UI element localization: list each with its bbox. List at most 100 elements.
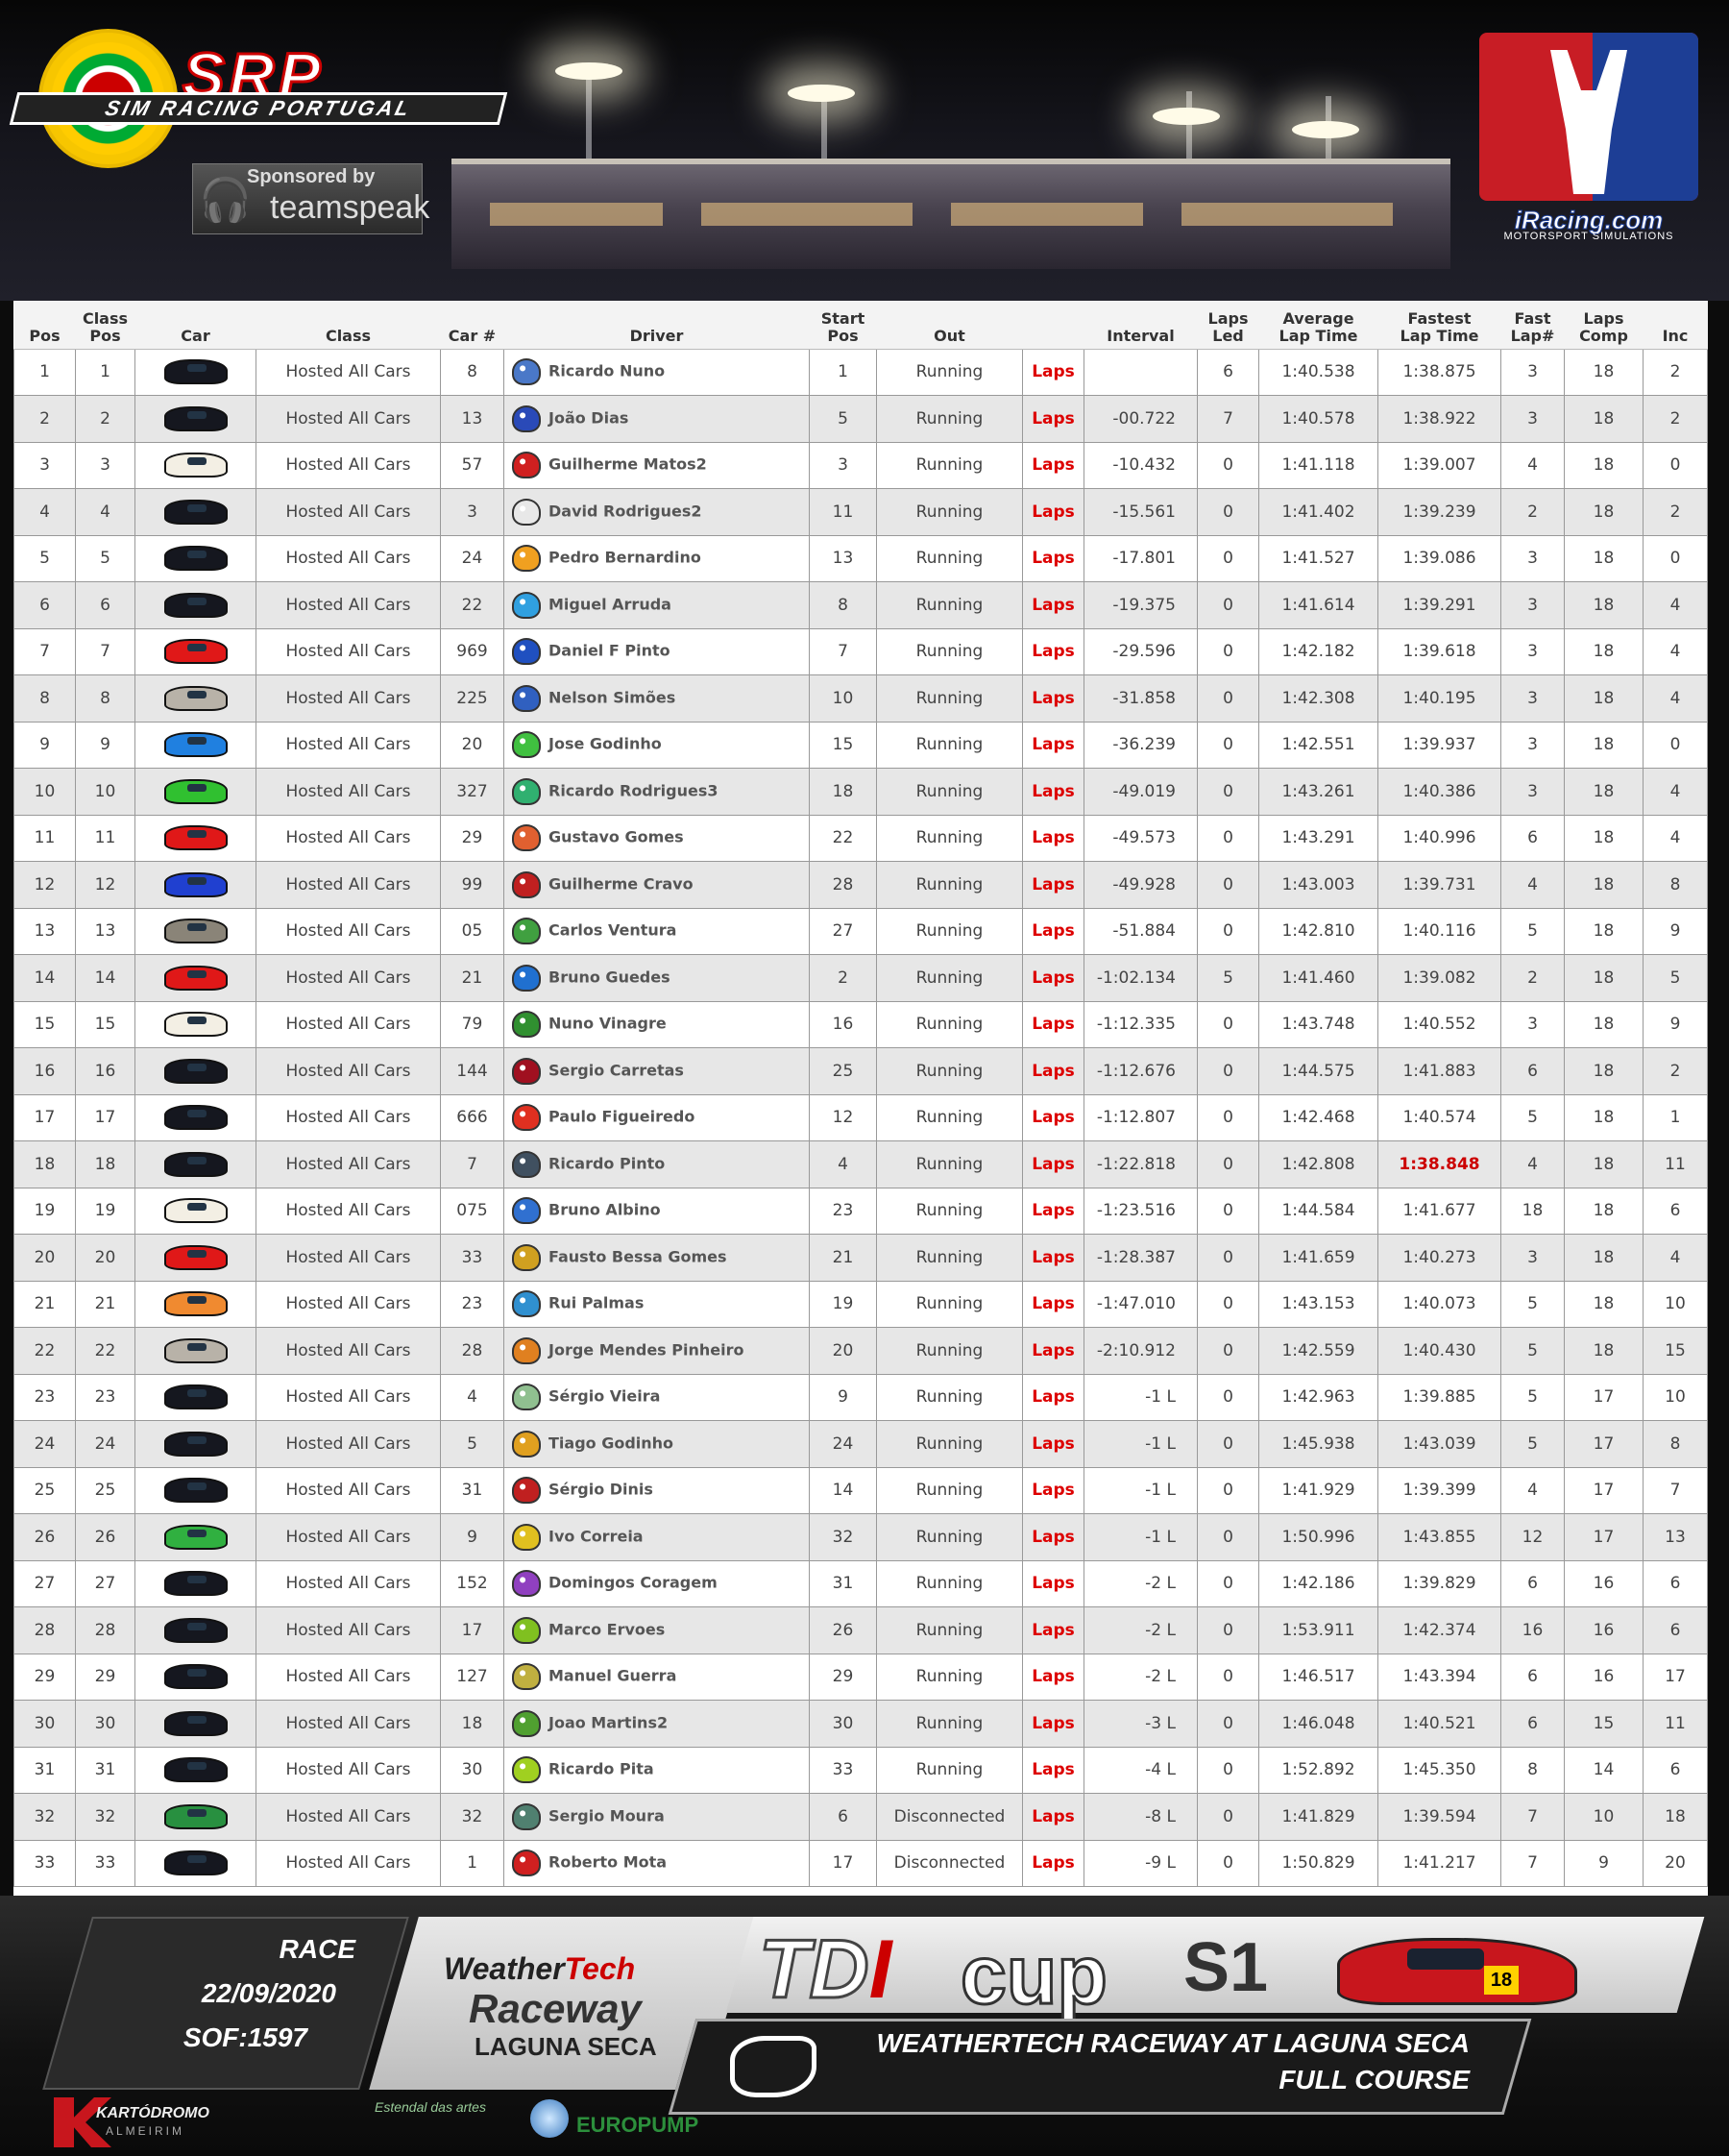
- laps-link[interactable]: Laps: [1022, 907, 1084, 955]
- interval-cell: -36.239: [1084, 721, 1198, 769]
- laps-link[interactable]: Laps: [1022, 1559, 1084, 1607]
- position-cell: 14: [13, 954, 76, 1002]
- start-position-cell: 5: [809, 395, 877, 443]
- laps-link[interactable]: Laps: [1022, 348, 1084, 396]
- laps-link[interactable]: Laps: [1022, 1466, 1084, 1514]
- laps-link[interactable]: Laps: [1022, 954, 1084, 1002]
- helmet-icon: [512, 731, 541, 759]
- start-position-cell: 26: [809, 1606, 877, 1654]
- car-number-cell: 13: [440, 395, 504, 443]
- laps-link[interactable]: Laps: [1022, 861, 1084, 909]
- driver-name: Bruno Albino: [548, 1200, 661, 1219]
- laps-completed-cell: 17: [1564, 1513, 1644, 1561]
- class-position-cell: 4: [75, 488, 135, 536]
- out-status-cell: Running: [876, 1280, 1023, 1328]
- class-cell: Hosted All Cars: [256, 1466, 441, 1514]
- average-lap-time-cell: 1:43.291: [1258, 814, 1378, 862]
- fast-lap-number-cell: 3: [1500, 674, 1565, 723]
- car-icon: [163, 1710, 228, 1736]
- laps-link[interactable]: Laps: [1022, 581, 1084, 629]
- table-row: 24 24 Hosted All Cars 5 Tiago Godinho 24 Runni…: [13, 1420, 1708, 1468]
- laps-link[interactable]: Laps: [1022, 1606, 1084, 1654]
- class-cell: Hosted All Cars: [256, 1606, 441, 1654]
- laps-link[interactable]: Laps: [1022, 395, 1084, 443]
- class-cell: Hosted All Cars: [256, 721, 441, 769]
- laps-link[interactable]: Laps: [1022, 1513, 1084, 1561]
- car-number-cell: 20: [440, 721, 504, 769]
- laps-link[interactable]: Laps: [1022, 1093, 1084, 1141]
- out-status-cell: Running: [876, 861, 1023, 909]
- laps-link[interactable]: Laps: [1022, 674, 1084, 723]
- laps-link[interactable]: Laps: [1022, 1187, 1084, 1235]
- laps-link[interactable]: Laps: [1022, 1140, 1084, 1188]
- table-row: 15 15 Hosted All Cars 79 Nuno Vinagre 16 Runni…: [13, 1000, 1708, 1048]
- fast-lap-number-cell: 3: [1500, 534, 1565, 582]
- laps-led-cell: 0: [1197, 1420, 1259, 1468]
- class-position-cell: 32: [75, 1793, 135, 1841]
- laps-link[interactable]: Laps: [1022, 1280, 1084, 1328]
- fast-lap-number-cell: 4: [1500, 1466, 1565, 1514]
- laps-link[interactable]: Laps: [1022, 1234, 1084, 1282]
- out-status-cell: Running: [876, 1187, 1023, 1235]
- driver-cell: Jorge Mendes Pinheiro: [503, 1327, 810, 1375]
- column-header: [1022, 301, 1084, 350]
- laps-link[interactable]: Laps: [1022, 814, 1084, 862]
- interval-cell: -49.928: [1084, 861, 1198, 909]
- class-position-cell: 23: [75, 1373, 135, 1421]
- laps-link[interactable]: Laps: [1022, 1839, 1084, 1887]
- class-cell: Hosted All Cars: [256, 488, 441, 536]
- laps-link[interactable]: Laps: [1022, 1327, 1084, 1375]
- car-icon: [163, 1757, 228, 1783]
- laps-link[interactable]: Laps: [1022, 721, 1084, 769]
- laps-link[interactable]: Laps: [1022, 488, 1084, 536]
- helmet-icon: [512, 1756, 541, 1784]
- start-position-cell: 23: [809, 1187, 877, 1235]
- average-lap-time-cell: 1:45.938: [1258, 1420, 1378, 1468]
- column-header: Fastest Lap Time: [1377, 301, 1501, 350]
- laps-link[interactable]: Laps: [1022, 1373, 1084, 1421]
- car-number-cell: 22: [440, 581, 504, 629]
- laps-link[interactable]: Laps: [1022, 768, 1084, 816]
- driver-name: Sérgio Dinis: [548, 1480, 653, 1499]
- class-cell: Hosted All Cars: [256, 1653, 441, 1701]
- average-lap-time-cell: 1:42.559: [1258, 1327, 1378, 1375]
- table-row: 16 16 Hosted All Cars 144 Sergio Carretas 25 R…: [13, 1047, 1708, 1095]
- incidents-cell: 2: [1643, 348, 1708, 396]
- interval-cell: -1 L: [1084, 1373, 1198, 1421]
- helmet-icon: [512, 777, 541, 805]
- car-cell: [134, 1373, 256, 1421]
- helmet-icon: [512, 870, 541, 898]
- fastest-lap-time-cell: 1:41.217: [1377, 1839, 1501, 1887]
- position-cell: 30: [13, 1700, 76, 1748]
- average-lap-time-cell: 1:42.551: [1258, 721, 1378, 769]
- laps-link[interactable]: Laps: [1022, 441, 1084, 489]
- laps-link[interactable]: Laps: [1022, 1746, 1084, 1794]
- results-table: Pos Class Pos Car Class Car # Driver Start Pos Ou…: [13, 301, 1708, 1887]
- iracing-tagline: MOTORSPORT SIMULATIONS: [1503, 231, 1674, 242]
- class-cell: Hosted All Cars: [256, 907, 441, 955]
- interval-cell: -4 L: [1084, 1746, 1198, 1794]
- helmet-icon: [512, 1290, 541, 1318]
- laps-link[interactable]: Laps: [1022, 1000, 1084, 1048]
- driver-cell: Carlos Ventura: [503, 907, 810, 955]
- helmet-icon: [512, 1616, 541, 1644]
- laps-link[interactable]: Laps: [1022, 1420, 1084, 1468]
- driver-name: Ivo Correia: [548, 1527, 644, 1546]
- average-lap-time-cell: 1:46.517: [1258, 1653, 1378, 1701]
- helmet-icon: [512, 1802, 541, 1830]
- car-icon: [163, 778, 228, 804]
- laps-completed-cell: 18: [1564, 1234, 1644, 1282]
- laps-completed-cell: 18: [1564, 488, 1644, 536]
- laps-link[interactable]: Laps: [1022, 627, 1084, 675]
- average-lap-time-cell: 1:42.468: [1258, 1093, 1378, 1141]
- laps-link[interactable]: Laps: [1022, 1793, 1084, 1841]
- class-position-cell: 28: [75, 1606, 135, 1654]
- laps-link[interactable]: Laps: [1022, 1653, 1084, 1701]
- fast-lap-number-cell: 2: [1500, 488, 1565, 536]
- car-cell: [134, 1700, 256, 1748]
- start-position-cell: 9: [809, 1373, 877, 1421]
- car-number-cell: 33: [440, 1234, 504, 1282]
- laps-link[interactable]: Laps: [1022, 1700, 1084, 1748]
- laps-link[interactable]: Laps: [1022, 1047, 1084, 1095]
- laps-link[interactable]: Laps: [1022, 534, 1084, 582]
